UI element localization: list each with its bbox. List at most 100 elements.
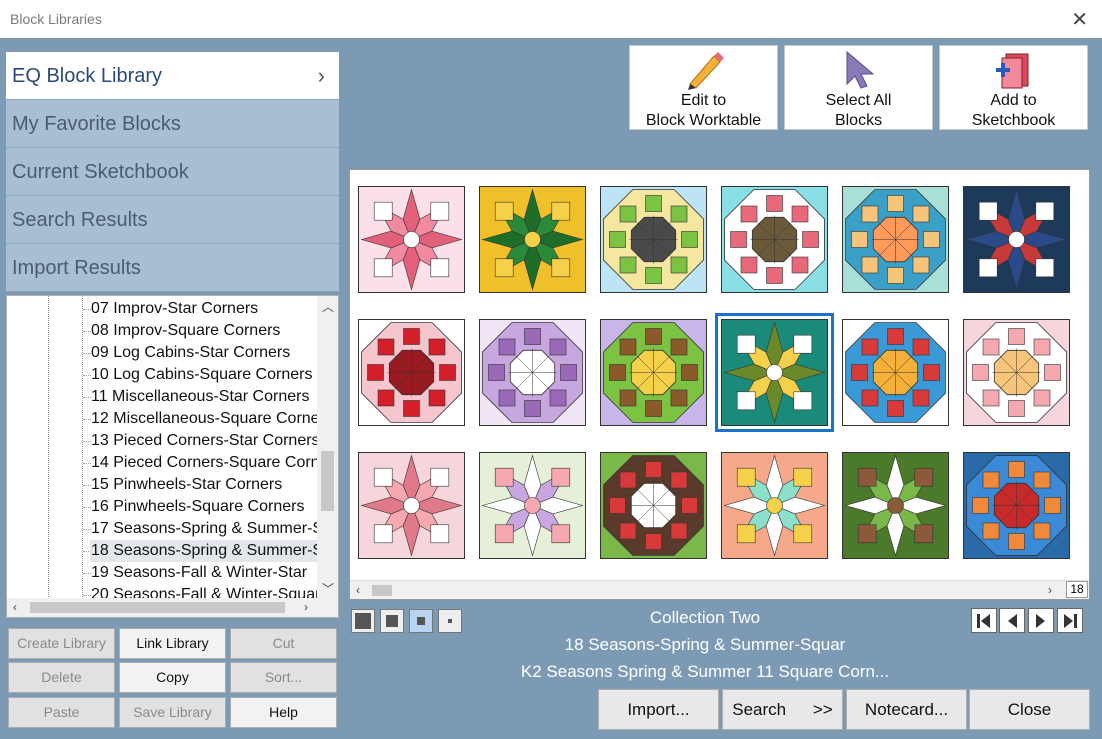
block-thumbnail[interactable] xyxy=(479,319,586,426)
tree-item[interactable]: 16 Pinwheels-Square Corners xyxy=(90,496,304,518)
search-arrows: >> xyxy=(812,700,833,719)
first-page-button[interactable] xyxy=(971,608,997,633)
tree-item[interactable]: 15 Pinwheels-Star Corners xyxy=(90,474,282,496)
tree-item[interactable]: 19 Seasons-Fall & Winter-Star xyxy=(90,562,307,584)
grid-horizontal-scrollbar[interactable]: ‹ › 18 xyxy=(350,580,1089,599)
nav-item-label: Import Results xyxy=(12,257,141,279)
scroll-up-icon[interactable]: ︿ xyxy=(322,298,334,315)
tree-item[interactable]: 07 Improv-Star Corners xyxy=(90,298,258,320)
edit-label-line2: Block Worktable xyxy=(645,112,762,129)
add-label-line2: Sketchbook xyxy=(971,112,1056,129)
block-grid[interactable]: ‹ › 18 xyxy=(349,169,1090,600)
cut-button[interactable]: Cut xyxy=(230,628,337,659)
block-thumbnail[interactable] xyxy=(842,186,949,293)
library-name: 18 Seasons-Spring & Summer-Squar xyxy=(564,635,846,654)
sketchbook-add-icon xyxy=(992,50,1036,95)
tree-item[interactable]: 09 Log Cabins-Star Corners xyxy=(90,342,290,364)
block-thumbnail[interactable] xyxy=(479,186,586,293)
nav-item-current-sketchbook[interactable]: Current Sketchbook xyxy=(6,148,339,196)
nav-item-label: My Favorite Blocks xyxy=(12,113,181,135)
chevron-right-icon: › xyxy=(317,63,325,88)
previous-icon xyxy=(1008,614,1017,628)
tree-guide-line xyxy=(48,296,49,599)
link-library-button[interactable]: Link Library xyxy=(119,628,226,659)
nav-item-my-favorite-blocks[interactable]: My Favorite Blocks xyxy=(6,100,339,148)
scroll-thumb[interactable] xyxy=(321,451,334,511)
edit-to-block-worktable-button[interactable]: Edit to Block Worktable xyxy=(629,45,778,130)
tree-item[interactable]: 13 Pieced Corners-Star Corners xyxy=(90,430,317,452)
nav-item-search-results[interactable]: Search Results xyxy=(6,196,339,244)
main-frame: EQ Block Library › My Favorite Blocks Cu… xyxy=(0,38,1102,739)
title-bar: Block Libraries ✕ xyxy=(0,0,1102,38)
block-thumbnail[interactable] xyxy=(600,452,707,559)
scroll-down-icon[interactable]: ﹀ xyxy=(322,580,334,597)
nav-item-label: Current Sketchbook xyxy=(12,161,189,183)
search-label: Search xyxy=(732,700,787,719)
add-label-line1: Add to xyxy=(990,92,1037,109)
next-page-button[interactable] xyxy=(1028,608,1054,633)
block-thumbnail[interactable] xyxy=(963,452,1070,559)
block-thumbnail[interactable] xyxy=(479,452,586,559)
next-icon xyxy=(1036,614,1045,628)
block-name: K2 Seasons Spring & Summer 11 Square Cor… xyxy=(520,662,890,681)
paste-button[interactable]: Paste xyxy=(8,697,115,728)
add-to-sketchbook-button[interactable]: Add to Sketchbook xyxy=(939,45,1088,130)
scroll-left-icon[interactable]: ‹ xyxy=(356,583,360,597)
nav-item-eq-block-library[interactable]: EQ Block Library › xyxy=(6,52,339,100)
select-label-line1: Select All xyxy=(825,92,892,109)
scroll-thumb[interactable] xyxy=(372,585,392,596)
nav-item-label: Search Results xyxy=(12,209,148,231)
tree-horizontal-scrollbar[interactable]: ‹ › xyxy=(7,598,338,617)
help-button[interactable]: Help xyxy=(230,697,337,728)
nav-item-label: EQ Block Library xyxy=(12,65,163,87)
tree-item[interactable]: 14 Pieced Corners-Square Corners xyxy=(90,452,317,474)
nav-item-import-results[interactable]: Import Results xyxy=(6,244,339,292)
delete-button[interactable]: Delete xyxy=(8,662,115,693)
tree-item[interactable]: 17 Seasons-Spring & Summer-Star xyxy=(90,518,317,540)
tree-rows: 07 Improv-Star Corners 08 Improv-Square C… xyxy=(7,296,317,599)
library-tree[interactable]: 07 Improv-Star Corners 08 Improv-Square C… xyxy=(6,295,339,618)
search-button[interactable]: Search >> xyxy=(722,689,843,730)
view-size-xlarge-button[interactable] xyxy=(351,609,375,633)
block-thumbnail[interactable] xyxy=(358,452,465,559)
tree-vertical-scrollbar[interactable]: ︿ ﹀ xyxy=(317,296,338,599)
scroll-right-icon[interactable]: › xyxy=(304,600,308,614)
tree-item[interactable]: 18 Seasons-Spring & Summer-Square xyxy=(90,540,317,562)
block-thumbnail[interactable] xyxy=(600,319,707,426)
block-thumbnail[interactable] xyxy=(842,452,949,559)
block-thumbnail[interactable] xyxy=(963,319,1070,426)
cursor-arrow-icon xyxy=(837,50,881,95)
block-thumbnail[interactable] xyxy=(963,186,1070,293)
tree-item[interactable]: 11 Miscellaneous-Star Corners xyxy=(90,386,309,408)
last-icon xyxy=(1064,614,1077,628)
scroll-right-icon[interactable]: › xyxy=(1048,583,1052,597)
first-icon xyxy=(977,614,990,628)
scroll-left-icon[interactable]: ‹ xyxy=(13,600,17,614)
selection-highlight xyxy=(715,313,834,432)
copy-button[interactable]: Copy xyxy=(119,662,226,693)
tree-item[interactable]: 08 Improv-Square Corners xyxy=(90,320,280,342)
tree-guide-line xyxy=(82,296,83,599)
block-thumbnail[interactable] xyxy=(358,186,465,293)
previous-page-button[interactable] xyxy=(999,608,1025,633)
pencil-icon xyxy=(682,50,726,95)
block-thumbnail[interactable] xyxy=(721,452,828,559)
block-thumbnail[interactable] xyxy=(721,186,828,293)
save-library-button[interactable]: Save Library xyxy=(119,697,226,728)
notecard-button[interactable]: Notecard... xyxy=(846,689,967,730)
tree-item[interactable]: 20 Seasons-Fall & Winter-Square xyxy=(90,584,317,599)
import-button[interactable]: Import... xyxy=(598,689,719,730)
scroll-thumb[interactable] xyxy=(30,602,285,613)
block-thumbnail[interactable] xyxy=(600,186,707,293)
close-button[interactable]: Close xyxy=(969,689,1090,730)
tree-item[interactable]: 12 Miscellaneous-Square Corners xyxy=(90,408,317,430)
tree-item[interactable]: 10 Log Cabins-Square Corners xyxy=(90,364,312,386)
last-page-button[interactable] xyxy=(1057,608,1083,633)
select-all-blocks-button[interactable]: Select All Blocks xyxy=(784,45,933,130)
block-thumbnail[interactable] xyxy=(842,319,949,426)
close-icon[interactable]: ✕ xyxy=(1071,7,1088,32)
block-thumbnail[interactable] xyxy=(358,319,465,426)
sort-button[interactable]: Sort... xyxy=(230,662,337,693)
window-title: Block Libraries xyxy=(10,11,102,27)
create-library-button[interactable]: Create Library xyxy=(8,628,115,659)
